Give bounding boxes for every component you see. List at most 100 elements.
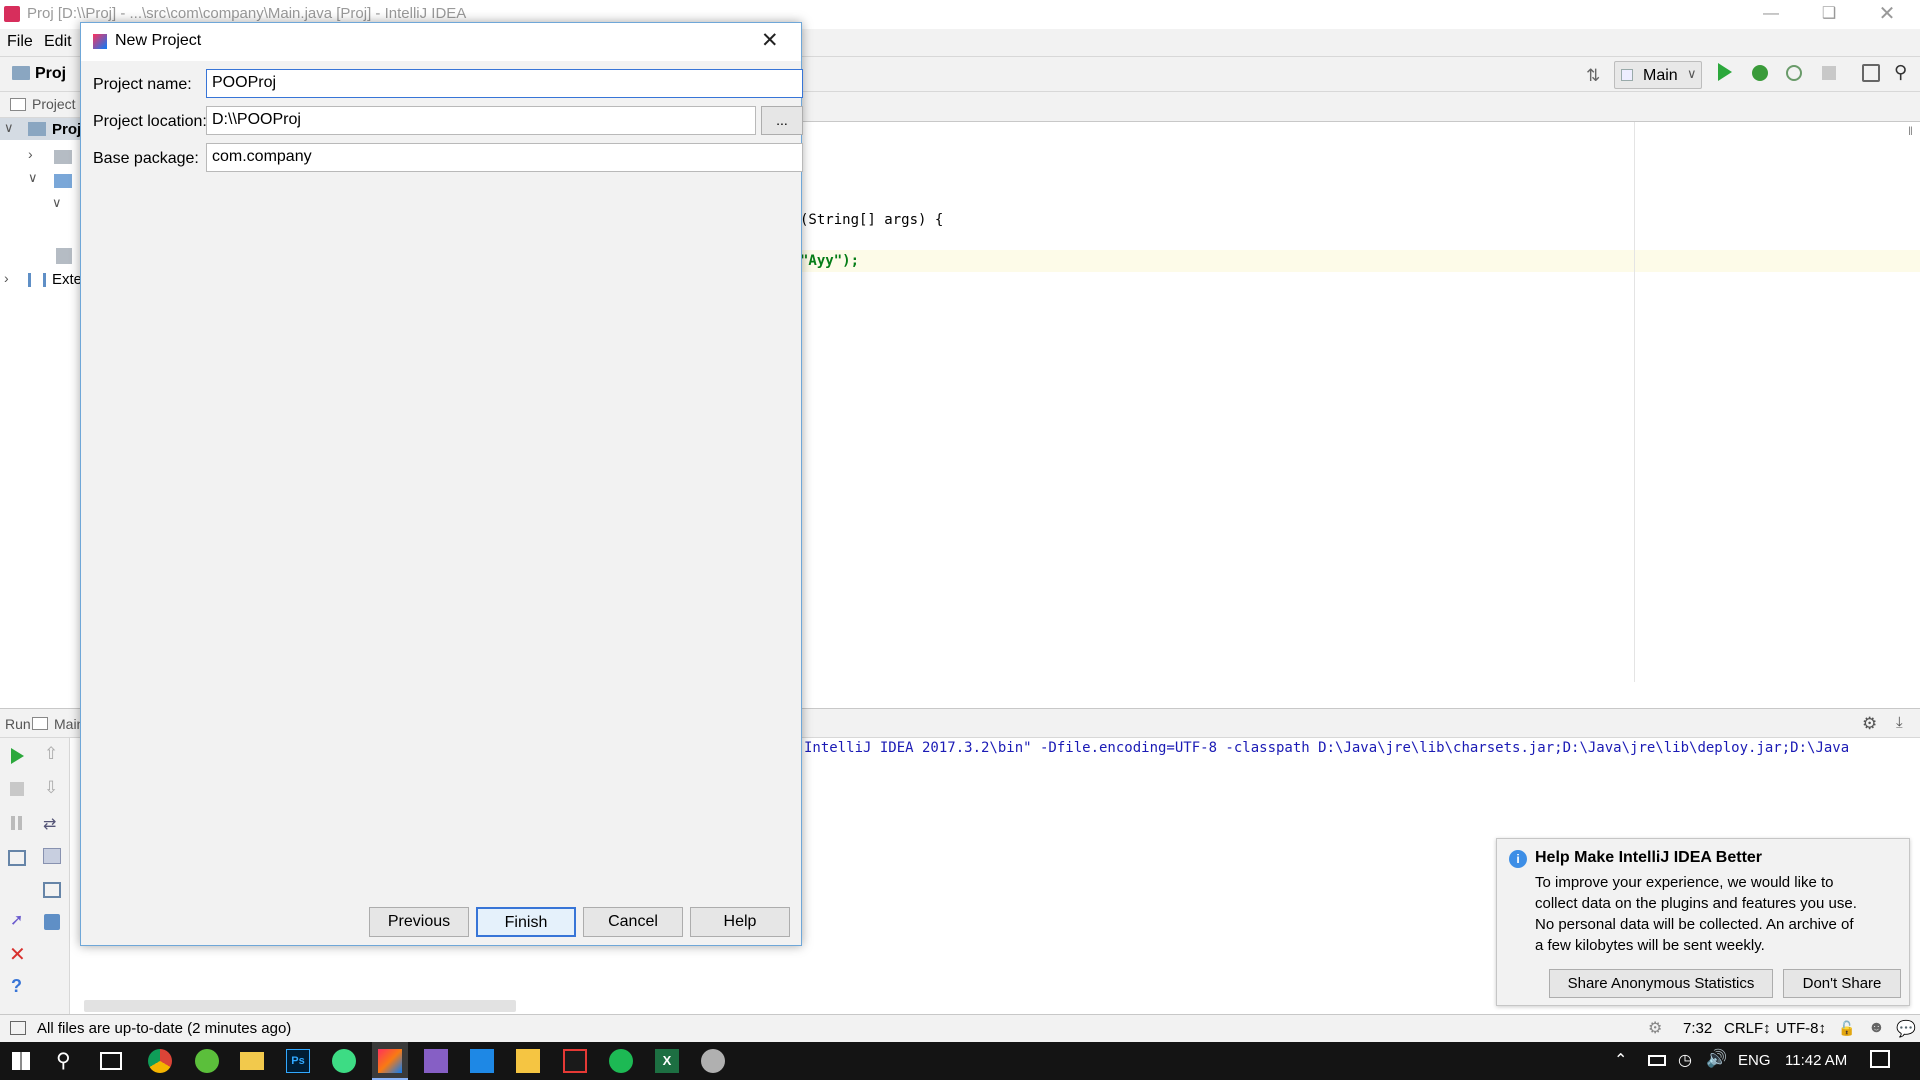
- close-icon[interactable]: ✕: [761, 28, 779, 53]
- minimize-icon[interactable]: —: [1742, 0, 1800, 29]
- chevron-up-icon[interactable]: ⌃: [1614, 1050, 1627, 1070]
- spotify-icon[interactable]: [609, 1049, 633, 1073]
- dont-share-button[interactable]: Don't Share: [1783, 969, 1901, 998]
- breadcrumb-project[interactable]: Proj: [35, 65, 66, 83]
- excel-icon[interactable]: X: [655, 1049, 679, 1073]
- progress-icon[interactable]: ⚙: [1648, 1018, 1662, 1038]
- language-indicator[interactable]: ENG: [1738, 1052, 1771, 1069]
- windows-start-icon[interactable]: [12, 1052, 30, 1070]
- app-yellow-icon[interactable]: [516, 1049, 540, 1073]
- project-tree: ∨ Proj › ∨ ∨ › Exte: [0, 118, 82, 708]
- chevron-down-icon[interactable]: ∨: [4, 120, 14, 136]
- dialog-titlebar[interactable]: New Project ✕: [81, 23, 801, 61]
- toggle-panels-icon[interactable]: [10, 1021, 26, 1035]
- line-separator[interactable]: CRLF↕: [1724, 1020, 1771, 1037]
- share-statistics-button[interactable]: Share Anonymous Statistics: [1549, 969, 1773, 998]
- caret-position[interactable]: 7:32: [1683, 1020, 1712, 1037]
- help-icon[interactable]: ?: [11, 976, 22, 997]
- inspector-icon[interactable]: ☻: [1868, 1019, 1885, 1037]
- search-icon[interactable]: ⚲: [56, 1048, 71, 1073]
- file-encoding[interactable]: UTF-8↕: [1776, 1020, 1826, 1037]
- chevron-down-icon[interactable]: ∨: [28, 170, 38, 186]
- pin-icon[interactable]: ➚: [10, 910, 23, 930]
- lock-icon[interactable]: 🔓: [1838, 1020, 1855, 1037]
- close-icon[interactable]: ✕: [9, 942, 26, 967]
- run-icon[interactable]: [1718, 63, 1732, 81]
- coverage-icon[interactable]: [1786, 65, 1802, 81]
- sort-icon[interactable]: ⇅: [1586, 66, 1600, 86]
- chevron-right-icon[interactable]: ›: [28, 146, 33, 162]
- project-structure-icon[interactable]: [1862, 64, 1880, 82]
- print-icon[interactable]: [43, 882, 61, 898]
- menu-file[interactable]: File: [7, 33, 33, 51]
- file-icon: [56, 248, 72, 264]
- horizontal-scrollbar[interactable]: [84, 1000, 516, 1012]
- search-icon[interactable]: ⚲: [1894, 62, 1907, 83]
- battery-icon[interactable]: [1648, 1055, 1666, 1066]
- project-panel-title[interactable]: Project: [32, 96, 76, 112]
- config-icon: [32, 717, 48, 730]
- chevron-down-icon[interactable]: ∨: [52, 195, 62, 211]
- library-icon: [28, 273, 46, 287]
- vscode-icon[interactable]: [470, 1049, 494, 1073]
- close-icon[interactable]: ✕: [1858, 0, 1916, 29]
- project-location-input[interactable]: D:\\POOProj: [206, 106, 756, 135]
- chevron-right-icon[interactable]: ›: [4, 270, 9, 286]
- notification-popup: i Help Make IntelliJ IDEA Better To impr…: [1496, 838, 1910, 1006]
- layout-icon[interactable]: [8, 850, 26, 866]
- project-view-icon: [10, 98, 26, 111]
- editor-menu-icon[interactable]: ‖: [1908, 124, 1913, 138]
- menu-edit[interactable]: Edit: [44, 33, 72, 51]
- hide-panel-icon[interactable]: ⤓: [1896, 714, 1903, 731]
- volume-icon[interactable]: 🔊: [1706, 1049, 1727, 1069]
- restore-icon[interactable]: ❑: [1800, 0, 1858, 29]
- cancel-button[interactable]: Cancel: [583, 907, 683, 937]
- pause-icon-bar: [18, 816, 22, 830]
- up-arrow-icon[interactable]: ⇧: [44, 744, 58, 764]
- project-panel-header: Project: [0, 92, 80, 118]
- new-project-dialog: New Project ✕ Project name: POOProj Proj…: [80, 22, 803, 946]
- base-package-label: Base package:: [93, 150, 199, 167]
- debug-icon[interactable]: [1752, 65, 1768, 81]
- scroll-to-end-icon[interactable]: [43, 848, 61, 864]
- project-name-input[interactable]: POOProj: [206, 69, 803, 98]
- source-folder-icon: [54, 174, 72, 188]
- down-arrow-icon[interactable]: ⇩: [44, 778, 58, 798]
- event-log-icon[interactable]: 💬: [1896, 1019, 1916, 1039]
- code-line-string: "Ayy");: [800, 253, 860, 269]
- run-config-label: Main: [1643, 67, 1678, 84]
- console-output-line: IntelliJ IDEA 2017.3.2\bin" -Dfile.encod…: [804, 740, 1850, 756]
- status-bar: All files are up-to-date (2 minutes ago)…: [0, 1014, 1920, 1042]
- visual-studio-icon[interactable]: [424, 1049, 448, 1073]
- wifi-icon[interactable]: ◷: [1678, 1050, 1692, 1070]
- finish-button[interactable]: Finish: [476, 907, 576, 937]
- code-editor[interactable]: [800, 122, 1920, 682]
- base-package-input[interactable]: com.company: [206, 143, 803, 172]
- task-view-icon[interactable]: [100, 1052, 122, 1070]
- taskbar-active-app[interactable]: [372, 1042, 408, 1080]
- intellij-app-icon: [4, 6, 20, 22]
- action-center-icon[interactable]: [1870, 1050, 1890, 1068]
- clock[interactable]: 11:42 AM: [1785, 1052, 1847, 1069]
- trash-icon[interactable]: [44, 914, 60, 930]
- app-green-icon[interactable]: [195, 1049, 219, 1073]
- android-studio-icon[interactable]: [332, 1049, 356, 1073]
- pause-icon[interactable]: [11, 816, 15, 830]
- stop-icon[interactable]: [10, 782, 24, 796]
- run-tab-label[interactable]: Run: [5, 716, 31, 732]
- rerun-icon[interactable]: [11, 748, 24, 764]
- project-location-label: Project location:: [93, 113, 207, 130]
- app-gray-icon[interactable]: [701, 1049, 725, 1073]
- app-red-icon[interactable]: [563, 1049, 587, 1073]
- photoshop-icon[interactable]: Ps: [286, 1049, 310, 1073]
- stop-icon[interactable]: [1822, 66, 1836, 80]
- file-explorer-icon[interactable]: [240, 1052, 264, 1070]
- project-folder-icon: [28, 122, 46, 136]
- run-config-dropdown[interactable]: Main ∨: [1614, 61, 1702, 89]
- previous-button[interactable]: Previous: [369, 907, 469, 937]
- chrome-icon[interactable]: [148, 1049, 172, 1073]
- help-button[interactable]: Help: [690, 907, 790, 937]
- gear-icon[interactable]: ⚙: [1862, 714, 1877, 734]
- soft-wrap-icon[interactable]: ⇄: [43, 814, 56, 834]
- browse-button[interactable]: ...: [761, 106, 803, 135]
